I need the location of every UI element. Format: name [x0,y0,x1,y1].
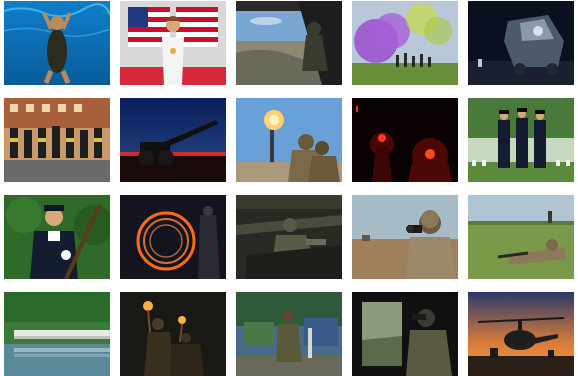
gallery-tile-8[interactable] [236,98,342,182]
gallery-tile-6[interactable] [4,98,110,182]
gallery-tile-4[interactable] [352,1,458,85]
gallery-tile-14[interactable] [352,195,458,279]
gallery-tile-1[interactable] [4,1,110,85]
gallery-tile-7[interactable] [120,98,226,182]
photo-prone-field-position [468,195,574,279]
photo-helicopter-door-gunner [352,292,458,376]
photo-purple-smoke-training [352,1,458,85]
gallery-tile-13[interactable] [236,195,342,279]
photo-formation-run [4,98,110,182]
photo-athlete-with-flag [120,1,226,85]
photo-ceremonial-rifle-guard [4,195,110,279]
photo-vehicle-interior-crew [236,195,342,279]
gallery-tile-20[interactable] [468,292,574,376]
photo-torch-march-night [120,292,226,376]
photo-swimmer-underwater [4,1,110,85]
photo-gallery-grid [0,0,578,376]
gallery-tile-9[interactable] [352,98,458,182]
photo-honor-guard-cemetery [468,98,574,182]
photo-mortar-firing [236,98,342,182]
photo-aircraft-door-view [236,1,342,85]
photo-binocular-observer [352,195,458,279]
photo-obstacle-course [236,292,342,376]
photo-light-painting-circle [120,195,226,279]
gallery-tile-5[interactable] [468,1,574,85]
photo-helicopter-at-sunset [468,292,574,376]
gallery-tile-15[interactable] [468,195,574,279]
gallery-tile-17[interactable] [120,292,226,376]
gallery-tile-19[interactable] [352,292,458,376]
photo-night-vehicle-operation [468,1,574,85]
gallery-tile-2[interactable] [120,1,226,85]
gallery-tile-12[interactable] [120,195,226,279]
gallery-tile-18[interactable] [236,292,342,376]
gallery-tile-10[interactable] [468,98,574,182]
gallery-tile-11[interactable] [4,195,110,279]
photo-red-light-night-ops [352,98,458,182]
photo-howitzer-at-dusk [120,98,226,182]
photo-riverside-formation [4,292,110,376]
gallery-tile-3[interactable] [236,1,342,85]
gallery-tile-16[interactable] [4,292,110,376]
